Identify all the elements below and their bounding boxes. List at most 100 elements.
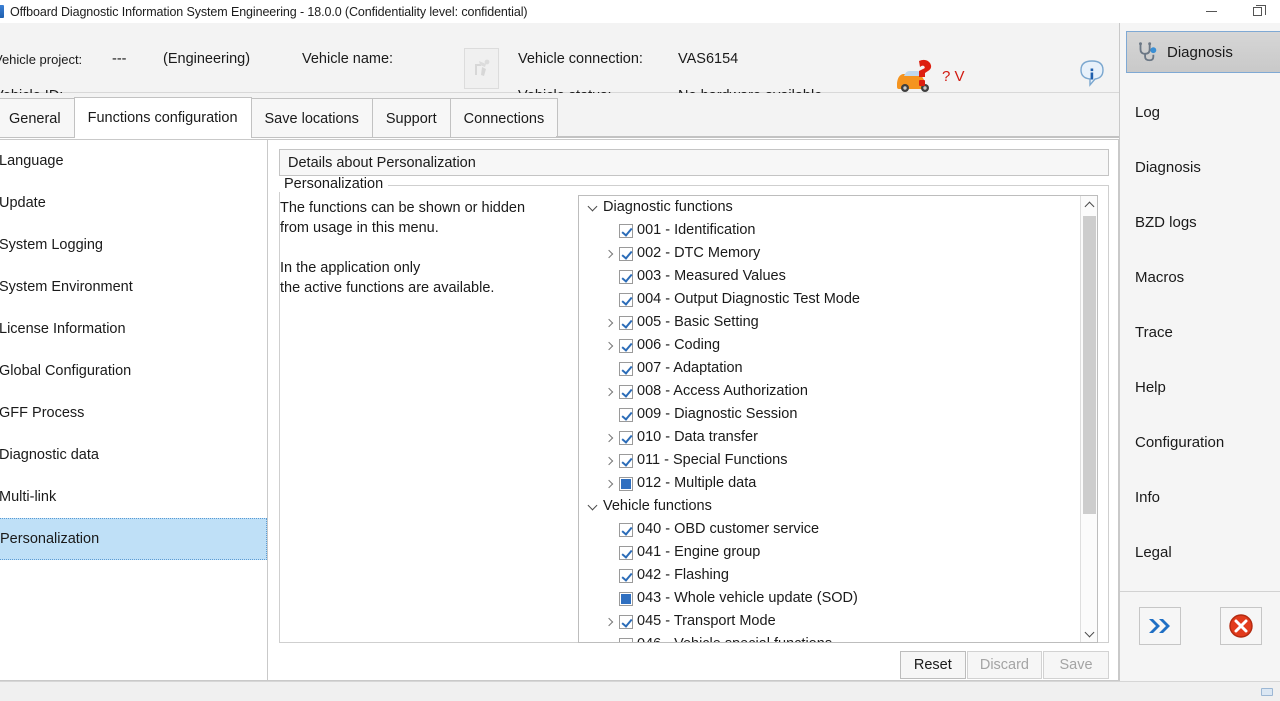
sidebar-item-global-configuration[interactable]: Global Configuration bbox=[0, 350, 267, 392]
tree-item-label: 043 - Whole vehicle update (SOD) bbox=[637, 591, 858, 606]
scroll-up-button[interactable] bbox=[1081, 196, 1098, 213]
function-checkbox[interactable] bbox=[619, 247, 633, 261]
minimize-button[interactable] bbox=[1188, 0, 1234, 23]
tree-item-row[interactable]: 004 - Output Diagnostic Test Mode bbox=[579, 288, 1081, 311]
chevron-right-icon[interactable] bbox=[601, 337, 619, 355]
function-checkbox[interactable] bbox=[619, 638, 633, 644]
maximize-button[interactable] bbox=[1234, 0, 1280, 23]
tree-item-row[interactable]: 001 - Identification bbox=[579, 219, 1081, 242]
function-checkbox[interactable] bbox=[619, 592, 633, 606]
twisty-spacer bbox=[601, 222, 619, 240]
tree-item-row[interactable]: 042 - Flashing bbox=[579, 564, 1081, 587]
function-checkbox[interactable] bbox=[619, 293, 633, 307]
cancel-button[interactable] bbox=[1220, 607, 1262, 645]
sidebar-item-system-environment[interactable]: System Environment bbox=[0, 266, 267, 308]
description-line-4: the active functions are available. bbox=[280, 278, 570, 298]
function-checkbox[interactable] bbox=[619, 523, 633, 537]
function-checkbox[interactable] bbox=[619, 224, 633, 238]
function-checkbox[interactable] bbox=[619, 454, 633, 468]
tab-save-locations[interactable]: Save locations bbox=[251, 98, 373, 138]
tab-general-label: General bbox=[9, 111, 61, 127]
sidebar-menu-item-label: Diagnosis bbox=[1135, 159, 1201, 176]
sidebar-item-label: System Logging bbox=[0, 237, 103, 253]
sidebar-header-diagnosis[interactable]: Diagnosis bbox=[1126, 31, 1280, 73]
forward-button[interactable] bbox=[1139, 607, 1181, 645]
vehicle-connection-value: VAS6154 bbox=[678, 47, 738, 71]
chevron-right-icon[interactable] bbox=[601, 383, 619, 401]
tree-item-row[interactable]: 005 - Basic Setting bbox=[579, 311, 1081, 334]
chevron-right-icon[interactable] bbox=[601, 452, 619, 470]
tree-item-row[interactable]: 043 - Whole vehicle update (SOD) bbox=[579, 587, 1081, 610]
sidebar-item-label: Global Configuration bbox=[0, 363, 131, 379]
sidebar-menu-item-macros[interactable]: Macros bbox=[1120, 250, 1280, 305]
scroll-down-button[interactable] bbox=[1081, 625, 1098, 642]
tab-connections[interactable]: Connections bbox=[450, 98, 559, 138]
sidebar-menu-item-help[interactable]: Help bbox=[1120, 360, 1280, 415]
function-checkbox[interactable] bbox=[619, 385, 633, 399]
description-line-1: The functions can be shown or hidden bbox=[280, 198, 570, 218]
chevron-down-icon[interactable] bbox=[583, 199, 601, 217]
function-checkbox[interactable] bbox=[619, 362, 633, 376]
tree-item-row[interactable]: 008 - Access Authorization bbox=[579, 380, 1081, 403]
tree-item-row[interactable]: 003 - Measured Values bbox=[579, 265, 1081, 288]
function-checkbox[interactable] bbox=[619, 546, 633, 560]
tree-item-row[interactable]: 041 - Engine group bbox=[579, 541, 1081, 564]
tree-item-row[interactable]: 046 - Vehicle special functions bbox=[579, 633, 1081, 643]
tree-item-label: 007 - Adaptation bbox=[637, 361, 743, 376]
sidebar-item-multi-link[interactable]: Multi-link bbox=[0, 476, 267, 518]
tray-icon[interactable] bbox=[1260, 685, 1274, 699]
functions-tree[interactable]: Diagnostic functions001 - Identification… bbox=[578, 195, 1098, 643]
chevron-right-icon[interactable] bbox=[601, 475, 619, 493]
tab-functions-configuration[interactable]: Functions configuration bbox=[74, 97, 252, 138]
tree-item-row[interactable]: 040 - OBD customer service bbox=[579, 518, 1081, 541]
chevron-down-icon[interactable] bbox=[583, 498, 601, 516]
sidebar-menu-item-legal[interactable]: Legal bbox=[1120, 525, 1280, 580]
chevron-right-icon[interactable] bbox=[601, 429, 619, 447]
window-title: Offboard Diagnostic Information System E… bbox=[10, 5, 527, 19]
function-checkbox[interactable] bbox=[619, 615, 633, 629]
chevron-right-icon[interactable] bbox=[601, 314, 619, 332]
function-checkbox[interactable] bbox=[619, 339, 633, 353]
tree-item-row[interactable]: 006 - Coding bbox=[579, 334, 1081, 357]
tree-item-row[interactable]: 045 - Transport Mode bbox=[579, 610, 1081, 633]
double-chevron-right-icon bbox=[1147, 616, 1173, 636]
chevron-right-icon[interactable] bbox=[601, 613, 619, 631]
sidebar-menu-item-diagnosis[interactable]: Diagnosis bbox=[1120, 140, 1280, 195]
sidebar-item-diagnostic-data[interactable]: Diagnostic data bbox=[0, 434, 267, 476]
tree-item-row[interactable]: 009 - Diagnostic Session bbox=[579, 403, 1081, 426]
reset-button[interactable]: Reset bbox=[900, 651, 966, 679]
function-checkbox[interactable] bbox=[619, 569, 633, 583]
sidebar-item-gff-process[interactable]: GFF Process bbox=[0, 392, 267, 434]
tree-item-row[interactable]: 002 - DTC Memory bbox=[579, 242, 1081, 265]
sidebar-item-license-information[interactable]: License Information bbox=[0, 308, 267, 350]
chevron-right-icon[interactable] bbox=[601, 245, 619, 263]
sidebar-menu-item-bzd-logs[interactable]: BZD logs bbox=[1120, 195, 1280, 250]
tree-group-row[interactable]: Vehicle functions bbox=[579, 495, 1081, 518]
tab-support[interactable]: Support bbox=[372, 98, 451, 138]
scrollbar-thumb[interactable] bbox=[1083, 216, 1096, 514]
sidebar-menu-item-info[interactable]: Info bbox=[1120, 470, 1280, 525]
sidebar-menu-item-log[interactable]: Log bbox=[1120, 85, 1280, 140]
sidebar-item-language[interactable]: Language bbox=[0, 140, 267, 182]
sidebar-item-update[interactable]: Update bbox=[0, 182, 267, 224]
function-checkbox[interactable] bbox=[619, 477, 633, 491]
sidebar-footer bbox=[1120, 591, 1280, 659]
sidebar-item-personalization[interactable]: Personalization bbox=[0, 518, 267, 560]
tab-general[interactable]: General bbox=[0, 98, 75, 138]
function-checkbox[interactable] bbox=[619, 408, 633, 422]
sidebar-item-system-logging[interactable]: System Logging bbox=[0, 224, 267, 266]
sidebar-menu-item-configuration[interactable]: Configuration bbox=[1120, 415, 1280, 470]
tree-item-row[interactable]: 012 - Multiple data bbox=[579, 472, 1081, 495]
tree-scrollbar[interactable] bbox=[1080, 196, 1097, 642]
tree-item-row[interactable]: 010 - Data transfer bbox=[579, 426, 1081, 449]
function-checkbox[interactable] bbox=[619, 316, 633, 330]
info-bubble-icon[interactable] bbox=[1076, 57, 1108, 89]
sidebar-menu-item-trace[interactable]: Trace bbox=[1120, 305, 1280, 360]
tree-item-row[interactable]: 007 - Adaptation bbox=[579, 357, 1081, 380]
tree-item-row[interactable]: 011 - Special Functions bbox=[579, 449, 1081, 472]
function-checkbox[interactable] bbox=[619, 270, 633, 284]
vehicle-select-button[interactable] bbox=[464, 48, 499, 89]
tree-group-row[interactable]: Diagnostic functions bbox=[579, 196, 1081, 219]
function-checkbox[interactable] bbox=[619, 431, 633, 445]
description-spacer bbox=[280, 238, 570, 258]
